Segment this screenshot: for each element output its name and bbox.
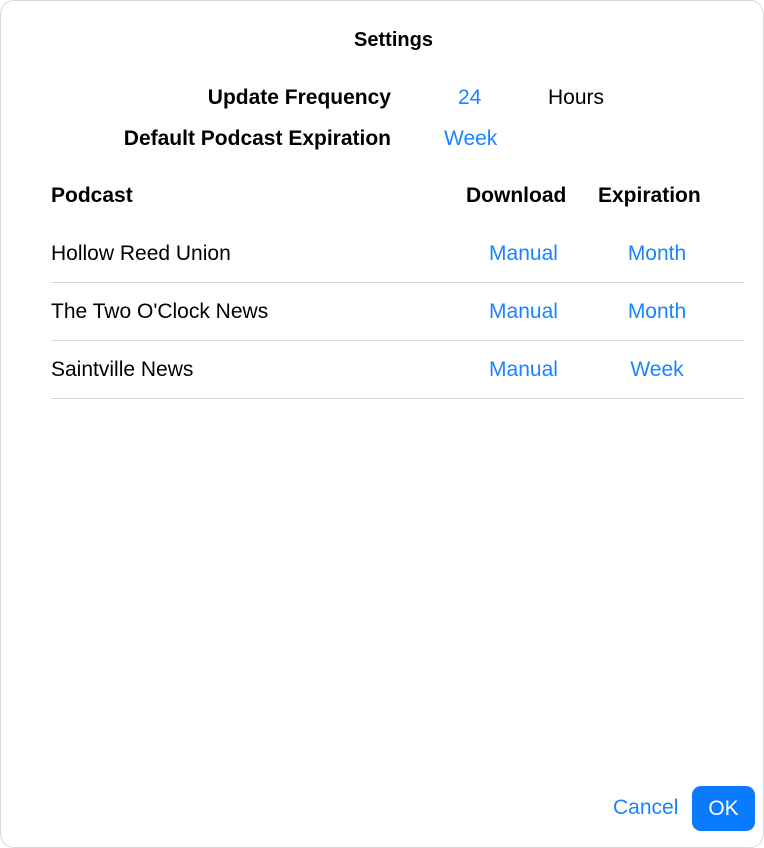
cancel-button[interactable]: Cancel: [613, 796, 678, 820]
expiration-setting-link[interactable]: Month: [617, 242, 697, 266]
update-frequency-value[interactable]: 24: [458, 86, 481, 110]
update-frequency-label: Update Frequency: [207, 86, 391, 109]
podcast-table: Hollow Reed Union Manual Month The Two O…: [51, 225, 744, 399]
expiration-setting-link[interactable]: Week: [617, 358, 697, 382]
update-frequency-unit: Hours: [548, 86, 605, 109]
dialog-title: Settings: [354, 29, 433, 51]
ok-button[interactable]: OK: [692, 786, 755, 831]
download-setting-link[interactable]: Manual: [486, 358, 561, 382]
podcast-name: The Two O'Clock News: [51, 300, 269, 323]
expiration-column-header: Expiration: [598, 184, 701, 207]
default-expiration-value[interactable]: Week: [444, 127, 497, 151]
settings-dialog: Settings Update Frequency 24 Hours Defau…: [0, 0, 764, 848]
table-row: Saintville News Manual Week: [51, 341, 744, 399]
podcast-name: Saintville News: [51, 358, 194, 381]
download-setting-link[interactable]: Manual: [486, 300, 561, 324]
download-setting-link[interactable]: Manual: [486, 242, 561, 266]
default-expiration-label: Default Podcast Expiration: [123, 127, 391, 150]
table-row: The Two O'Clock News Manual Month: [51, 283, 744, 341]
download-column-header: Download: [466, 184, 567, 207]
podcast-column-header: Podcast: [51, 184, 133, 207]
expiration-setting-link[interactable]: Month: [617, 300, 697, 324]
podcast-name: Hollow Reed Union: [51, 242, 231, 265]
table-row: Hollow Reed Union Manual Month: [51, 225, 744, 283]
